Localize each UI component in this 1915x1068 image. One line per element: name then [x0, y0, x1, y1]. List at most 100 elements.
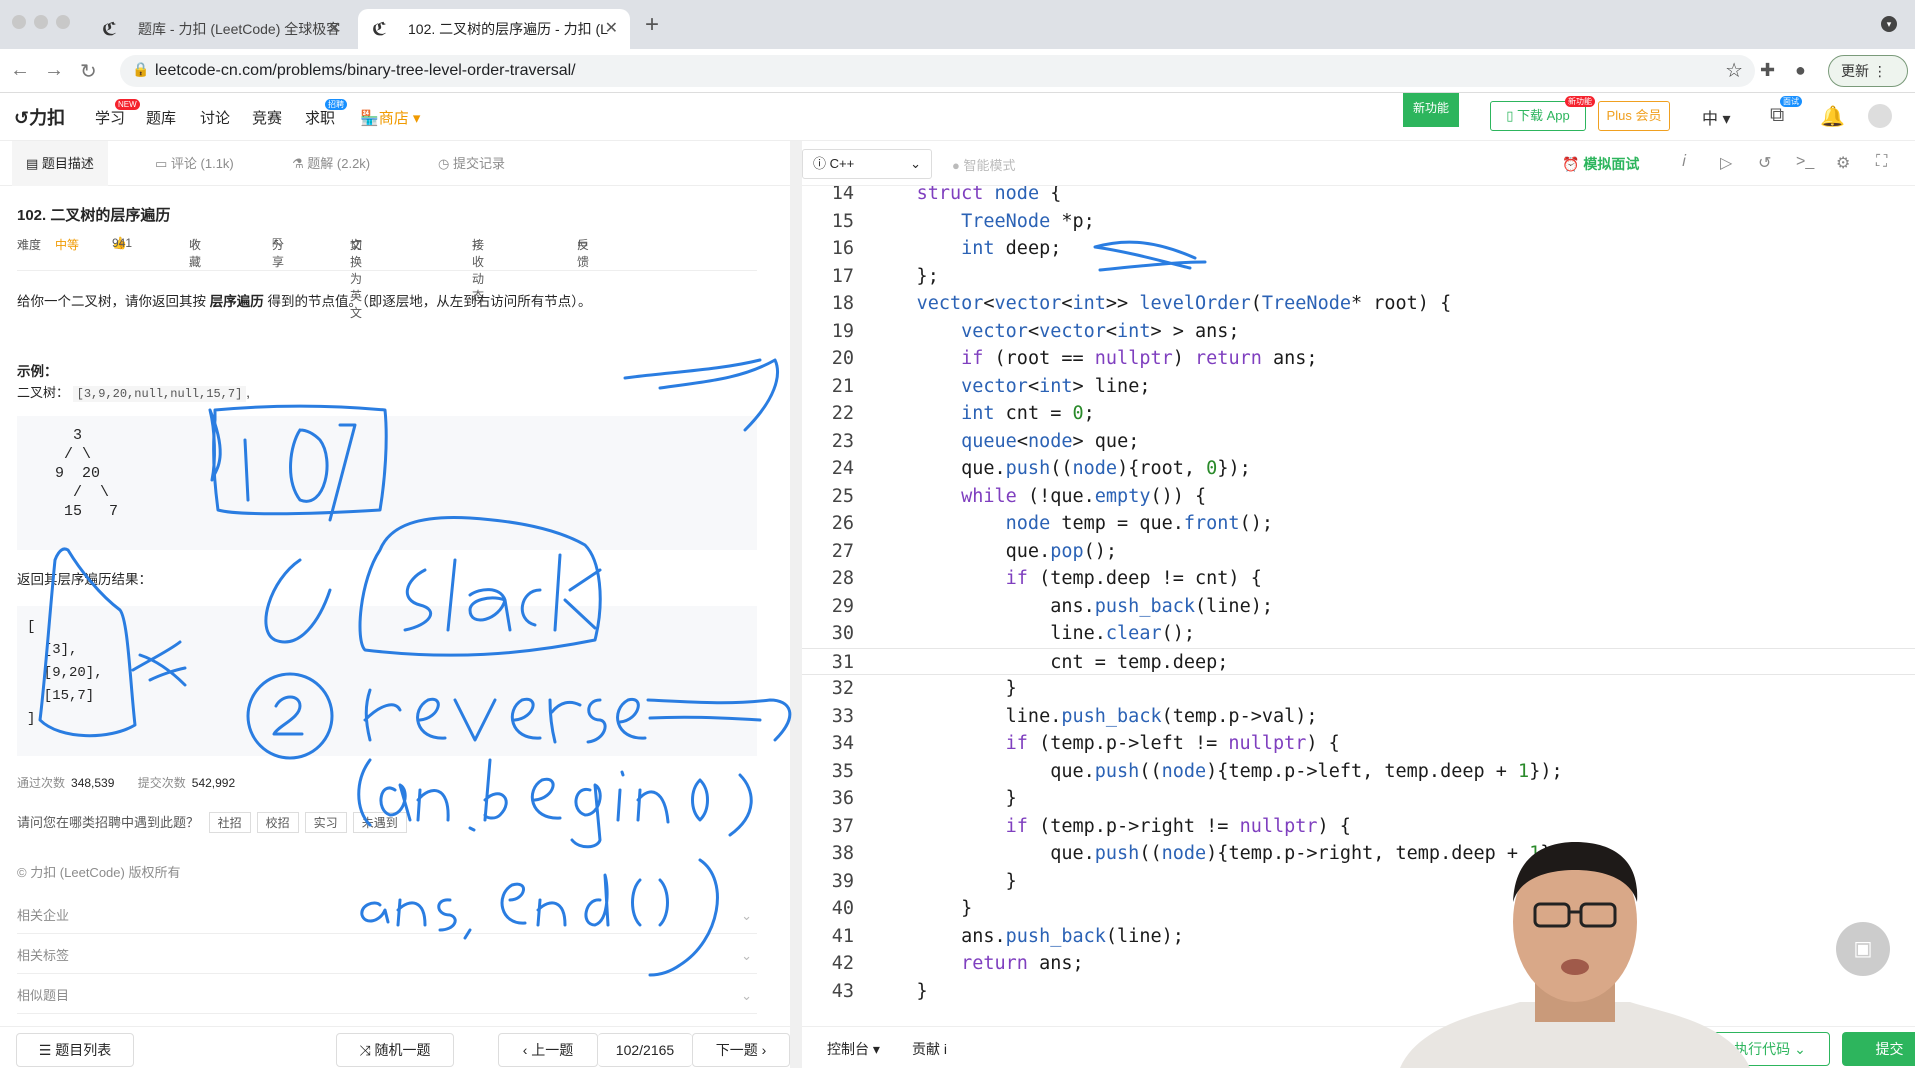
language-switch[interactable]: 中 ▾ — [1702, 105, 1731, 129]
back-arrow-icon[interactable]: ← — [10, 59, 30, 82]
problem-description-panel: 102. 二叉树的层序遍历 难度 中等 👍 941 ☆ 收藏 ⇱ 分享 文 切换… — [0, 186, 790, 1026]
code-line[interactable]: 35 que.push((node){temp.p->left, temp.de… — [802, 758, 1915, 786]
panel-splitter[interactable] — [790, 141, 802, 1068]
code-line[interactable]: 25 while (!que.empty()) { — [802, 483, 1915, 511]
code-line[interactable]: 15 TreeNode *p; — [802, 208, 1915, 236]
leetcode-logo[interactable]: ↺力扣 — [14, 104, 65, 130]
next-problem-button[interactable]: 下一题 › — [692, 1033, 790, 1067]
description-text: 得到的节点值。（即逐层地，从左到右访问所有节点）。 — [263, 294, 592, 309]
console-toggle[interactable]: 控制台 ▾ — [827, 1039, 880, 1059]
contribute-button[interactable]: 贡献 i — [912, 1039, 947, 1059]
nav-contest[interactable]: 竞赛 — [252, 107, 282, 128]
code-text: line.clear(); — [872, 623, 1196, 644]
forward-arrow-icon[interactable]: → — [44, 59, 64, 82]
extensions-puzzle-icon[interactable]: ✚ — [1760, 60, 1775, 81]
browser-tab-bar: ℭ 题库 - 力扣 (LeetCode) 全球极客 ✕ ℭ 102. 二叉树的层… — [0, 0, 1915, 49]
code-line[interactable]: 26 node temp = que.front(); — [802, 510, 1915, 538]
code-text: que.push((node){root, 0}); — [872, 458, 1251, 479]
tag-intern[interactable]: 实习 — [304, 812, 347, 833]
interview-icon[interactable]: ⧉ — [1770, 104, 1784, 127]
nav-jobs[interactable]: 求职 — [305, 107, 335, 128]
new-badge: NEW — [115, 99, 140, 110]
fullscreen-icon[interactable]: ⛶ — [1876, 153, 1887, 171]
related-tags[interactable]: 相关标签 ⌄ — [17, 938, 757, 974]
chevron-down-icon: ⌄ — [1794, 1041, 1806, 1057]
code-line[interactable]: 16 int deep; — [802, 235, 1915, 263]
code-line[interactable]: 23 queue<node> que; — [802, 428, 1915, 456]
code-line[interactable]: 21 vector<int> line; — [802, 373, 1915, 401]
section-label: 相关标签 — [17, 948, 70, 963]
line-number: 23 — [831, 430, 854, 452]
code-line[interactable]: 34 if (temp.p->left != nullptr) { — [802, 730, 1915, 758]
divider — [17, 270, 757, 271]
smart-mode-toggle[interactable]: ● 智能模式 — [952, 155, 1015, 174]
code-line[interactable]: 30 line.clear(); — [802, 620, 1915, 648]
tab-comments[interactable]: ▭ 评论 (1.1k) — [155, 141, 234, 186]
settings-gear-icon[interactable]: ⚙ — [1836, 153, 1850, 173]
window-close-button[interactable] — [12, 15, 26, 29]
notes-float-button[interactable]: ▣ — [1836, 922, 1890, 976]
nav-discuss[interactable]: 讨论 — [200, 107, 230, 128]
similar-problems[interactable]: 相似题目 ⌄ — [17, 978, 757, 1014]
window-maximize-button[interactable] — [56, 15, 70, 29]
language-select[interactable]: ⓘ C++ ⌄ — [802, 149, 932, 179]
profile-icon[interactable]: ● — [1795, 60, 1806, 81]
code-line[interactable]: 31 cnt = temp.deep; — [802, 647, 1915, 675]
problem-list-button[interactable]: ☰ 题目列表 — [16, 1033, 134, 1067]
update-button[interactable]: 更新 ⋮ — [1828, 55, 1908, 87]
reset-icon[interactable]: ↺ — [1758, 153, 1771, 173]
play-icon[interactable]: ▷ — [1720, 153, 1732, 173]
code-line[interactable]: 32 } — [802, 675, 1915, 703]
code-text: } — [872, 898, 973, 919]
address-bar[interactable]: 🔒 leetcode-cn.com/problems/binary-tree-l… — [120, 55, 1755, 87]
tab-search-icon[interactable]: ▾ — [1881, 16, 1897, 32]
code-line[interactable]: 27 que.pop(); — [802, 538, 1915, 566]
code-line[interactable]: 17 }; — [802, 263, 1915, 291]
like-count: 941 — [112, 236, 133, 250]
tab-close-icon[interactable]: ✕ — [328, 9, 341, 49]
code-line[interactable]: 33 line.push_back(temp.p->val); — [802, 703, 1915, 731]
tag-social[interactable]: 社招 — [208, 812, 251, 833]
code-line[interactable]: 24 que.push((node){root, 0}); — [802, 455, 1915, 483]
nav-shop[interactable]: 🏪商店 ▾ — [360, 107, 420, 128]
browser-tab-current[interactable]: ℭ 102. 二叉树的层序遍历 - 力扣 (L ✕ — [358, 9, 630, 49]
mock-interview-button[interactable]: ⏰ 模拟面试 — [1562, 154, 1639, 174]
prev-problem-button[interactable]: ‹ 上一题 — [498, 1033, 598, 1067]
browser-tab-problemset[interactable]: ℭ 题库 - 力扣 (LeetCode) 全球极客 ✕ — [88, 9, 353, 49]
code-line[interactable]: 14 struct node { — [802, 186, 1915, 208]
tag-none[interactable]: 未遇到 — [352, 812, 407, 833]
code-line[interactable]: 20 if (root == nullptr) return ans; — [802, 345, 1915, 373]
tab-close-icon[interactable]: ✕ — [605, 9, 618, 49]
info-italic-icon[interactable]: 𝑖 — [1682, 153, 1686, 171]
code-line[interactable]: 36 } — [802, 785, 1915, 813]
new-feature-ribbon[interactable]: 新功能 — [1403, 93, 1459, 127]
submit-button[interactable]: 提交 — [1842, 1032, 1915, 1066]
bookmark-star-icon[interactable]: ☆ — [1725, 58, 1743, 83]
reload-icon[interactable]: ↻ — [80, 59, 97, 84]
nav-study[interactable]: 学习 — [95, 107, 125, 128]
notification-bell-icon[interactable]: 🔔 — [1820, 104, 1845, 129]
code-line[interactable]: 18 vector<vector<int>> levelOrder(TreeNo… — [802, 290, 1915, 318]
code-line[interactable]: 29 ans.push_back(line); — [802, 593, 1915, 621]
tab-submissions[interactable]: ◷ 提交记录 — [438, 141, 505, 186]
tab-solutions[interactable]: ⚗ 题解 (2.2k) — [292, 141, 370, 186]
code-line[interactable]: 22 int cnt = 0; — [802, 400, 1915, 428]
code-line[interactable]: 37 if (temp.p->right != nullptr) { — [802, 813, 1915, 841]
related-companies[interactable]: 相关企业 ⌄ — [17, 898, 757, 934]
code-line[interactable]: 28 if (temp.deep != cnt) { — [802, 565, 1915, 593]
tag-campus[interactable]: 校招 — [256, 812, 299, 833]
code-line[interactable]: 19 vector<vector<int> > ans; — [802, 318, 1915, 346]
tab-description[interactable]: ▤ 题目描述 — [12, 141, 108, 186]
code-text: cnt = temp.deep; — [872, 651, 1229, 673]
info-icon: ⓘ — [813, 156, 827, 171]
user-avatar[interactable] — [1868, 104, 1892, 128]
nav-problemset[interactable]: 题库 — [146, 107, 176, 128]
random-problem-button[interactable]: ⤨ 随机一题 — [336, 1033, 454, 1067]
line-number: 29 — [831, 595, 854, 617]
plus-member-button[interactable]: Plus 会员 — [1598, 101, 1670, 131]
terminal-icon[interactable]: >_ — [1796, 153, 1814, 171]
new-tab-button[interactable]: + — [645, 11, 659, 39]
clock-icon: ◷ — [438, 156, 450, 171]
window-minimize-button[interactable] — [34, 15, 48, 29]
tab-label: 评论 (1.1k) — [170, 156, 234, 171]
